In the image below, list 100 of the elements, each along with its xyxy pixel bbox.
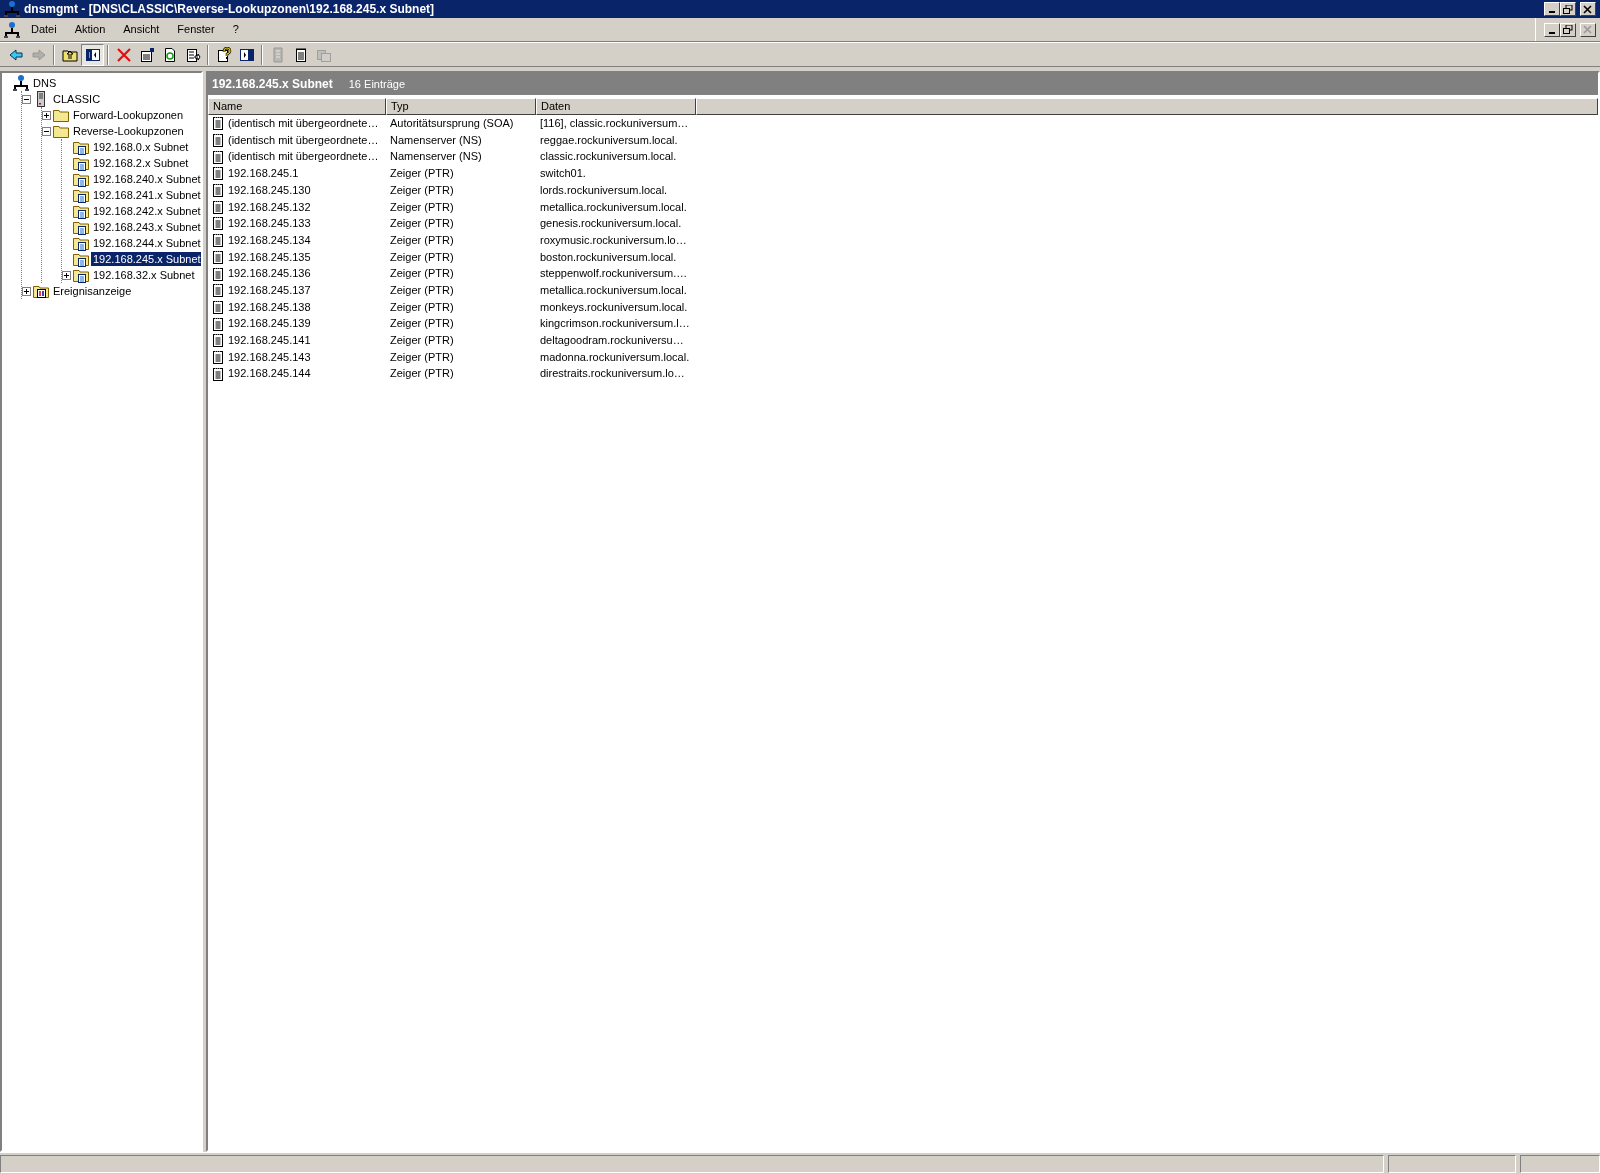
record-icon (212, 366, 224, 381)
plus-icon (24, 288, 29, 294)
restore-button[interactable] (1560, 2, 1576, 16)
table-cell-text: Zeiger (PTR) (389, 199, 455, 215)
tree-item[interactable]: DNS (31, 76, 59, 90)
show-tree-button[interactable] (81, 43, 104, 66)
plus-icon (64, 272, 69, 278)
table-cell-text: Zeiger (PTR) (389, 316, 455, 332)
tree-item[interactable]: 192.168.245.x Subnet (91, 252, 201, 266)
tree-item[interactable]: Forward-Lookupzonen (71, 108, 186, 122)
network-icon (13, 75, 29, 91)
table-cell-text: (identisch mit übergeordnete… (227, 132, 380, 148)
tree-item[interactable]: 192.168.243.x Subnet (91, 220, 201, 234)
child-close-button[interactable] (1580, 22, 1596, 37)
child-restore-button[interactable] (1560, 22, 1576, 37)
table-cell-text: Zeiger (PTR) (389, 216, 455, 232)
window-title: dnsmgmt - [DNS\CLASSIC\Reverse-Lookupzonen\192.168.245.x Subnet] (24, 1, 436, 18)
menu-item[interactable]: Datei (24, 20, 64, 39)
table-cell-text: Zeiger (PTR) (389, 366, 455, 382)
table-cell-text: 192.168.245.137 (227, 282, 312, 298)
plus-icon (44, 112, 49, 118)
table-cell-text: 192.168.245.139 (227, 316, 312, 332)
expand-toggle[interactable] (62, 270, 71, 280)
close-icon (1583, 4, 1593, 14)
table-cell-text: Zeiger (PTR) (389, 232, 455, 248)
help-icon (215, 46, 232, 63)
tree-item[interactable]: Ereignisanzeige (51, 284, 134, 298)
minimize-icon (1549, 31, 1555, 34)
table-cell-text: direstraits.rockuniversum.lo… (539, 366, 686, 382)
close-button[interactable] (1580, 2, 1596, 16)
zone-folder-icon (73, 187, 89, 203)
record-icon (212, 183, 224, 198)
table-cell-text: Zeiger (PTR) (389, 299, 455, 315)
zone-folder-icon (73, 155, 89, 171)
record-icon (212, 316, 224, 331)
table-cell-text: steppenwolf.rockuniversum.… (539, 266, 689, 282)
child-minimize-button[interactable] (1544, 22, 1560, 37)
column-header[interactable]: Name (208, 98, 386, 115)
table-cell-text: Zeiger (PTR) (389, 282, 455, 298)
column-header[interactable]: Typ (386, 98, 536, 115)
table-cell-text: Zeiger (PTR) (389, 249, 455, 265)
table-cell-text: 192.168.245.144 (227, 366, 312, 382)
zone-folder-icon (73, 203, 89, 219)
tree-item[interactable]: 192.168.32.x Subnet (91, 268, 197, 282)
properties-icon (138, 46, 155, 63)
table-cell-text: metallica.rockuniversum.local. (539, 282, 688, 298)
record-icon (212, 133, 224, 148)
tree-item[interactable]: 192.168.240.x Subnet (91, 172, 201, 186)
back-arrow-icon (7, 46, 24, 63)
table-cell-text: boston.rockuniversum.local. (539, 249, 678, 265)
table-cell-text: Zeiger (PTR) (389, 349, 455, 365)
record-icon (212, 283, 224, 298)
tree-item[interactable]: CLASSIC (51, 92, 103, 106)
zone-folder-icon (73, 235, 89, 251)
tree-item[interactable]: 192.168.0.x Subnet (91, 140, 191, 154)
record-icon (212, 266, 224, 281)
minimize-button[interactable] (1544, 2, 1560, 16)
table-cell-text: roxymusic.rockuniversum.lo… (539, 232, 688, 248)
table-cell-text: monkeys.rockuniversum.local. (539, 299, 689, 315)
table-cell-text: Autoritätsursprung (SOA) (389, 116, 515, 132)
tree-item[interactable]: 192.168.244.x Subnet (91, 236, 201, 250)
table-cell-text: reggae.rockuniversum.local. (539, 132, 679, 148)
record-icon (212, 199, 224, 214)
table-cell-text: 192.168.245.133 (227, 216, 312, 232)
table-cell-text: Namenserver (NS) (389, 149, 483, 165)
menu-item[interactable]: Fenster (170, 20, 222, 39)
action-pane-icon (238, 46, 255, 63)
table-cell-text: 192.168.245.136 (227, 266, 312, 282)
entry-count: 16 Einträge (348, 76, 405, 92)
tree-item[interactable]: 192.168.2.x Subnet (91, 156, 191, 170)
table-cell-text: 192.168.245.132 (227, 199, 312, 215)
collapse-toggle[interactable] (22, 94, 31, 104)
table-cell-text: [116], classic.rockuniversum… (539, 116, 690, 132)
minimize-icon (1549, 11, 1555, 13)
table-cell-text: genesis.rockuniversum.local. (539, 216, 683, 232)
table-cell-text: Namenserver (NS) (389, 132, 483, 148)
table-cell-text: Zeiger (PTR) (389, 266, 455, 282)
collapse-toggle[interactable] (42, 126, 51, 136)
tree-item[interactable]: 192.168.242.x Subnet (91, 204, 201, 218)
expand-toggle[interactable] (22, 286, 31, 296)
zone-folder-icon (73, 139, 89, 155)
menu-item[interactable]: Aktion (67, 20, 113, 39)
table-cell-text: Zeiger (PTR) (389, 166, 455, 182)
network-icon (4, 1, 20, 17)
table-cell-text: (identisch mit übergeordnete… (227, 149, 380, 165)
menu-item[interactable]: ? (225, 20, 246, 39)
column-header[interactable]: Daten (536, 98, 696, 115)
expand-toggle[interactable] (42, 110, 51, 120)
menu-item[interactable]: Ansicht (116, 20, 167, 39)
folder-icon (53, 107, 69, 123)
table-cell-text: metallica.rockuniversum.local. (539, 199, 688, 215)
network-icon (4, 21, 20, 38)
zone-folder-icon (73, 171, 89, 187)
tree-item[interactable]: Reverse-Lookupzonen (71, 124, 186, 138)
delete-icon (115, 46, 132, 63)
folder-icon (53, 123, 69, 139)
zone-folder-icon (73, 251, 89, 267)
tree-item[interactable]: 192.168.241.x Subnet (91, 188, 201, 202)
table-cell-text: classic.rockuniversum.local. (539, 149, 678, 165)
record-icon (212, 233, 224, 248)
